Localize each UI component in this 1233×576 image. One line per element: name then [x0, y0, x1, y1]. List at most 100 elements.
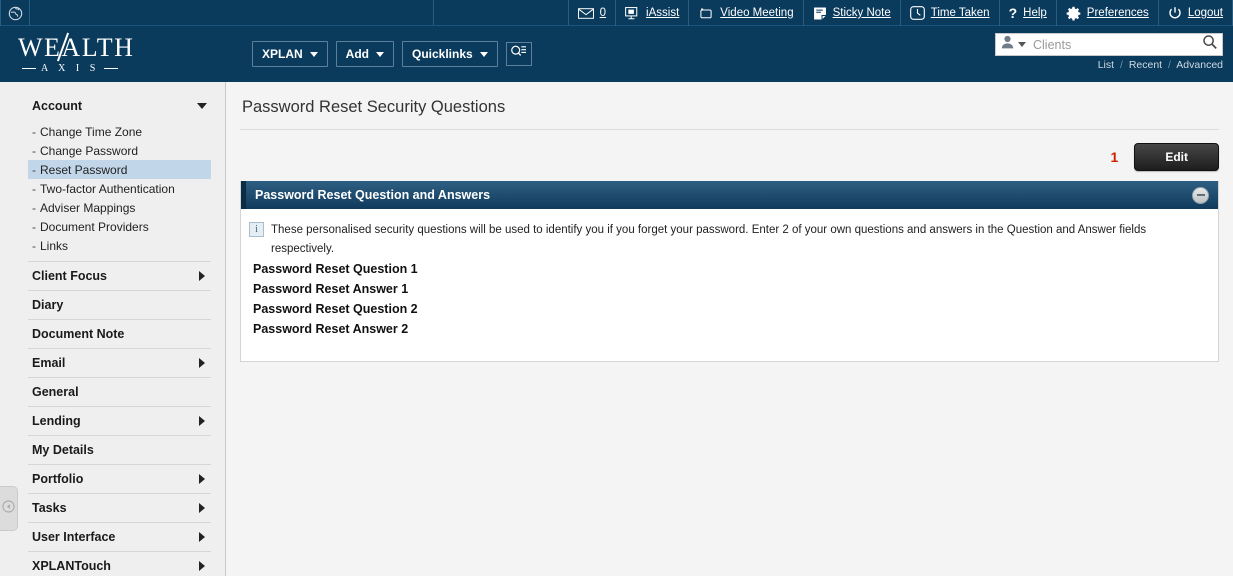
- page-title: Password Reset Security Questions: [240, 82, 1219, 130]
- field-label-answer-2: Password Reset Answer 2: [253, 321, 409, 336]
- utility-spacer-left: [30, 0, 434, 25]
- sidebar-group-label: Portfolio: [32, 472, 84, 486]
- logo-main-text: WEALTH: [18, 32, 135, 62]
- logo-wordmark: WEALTH: [18, 32, 135, 62]
- sidebar-section-my-details: My Details: [28, 436, 211, 465]
- sticky-note-link[interactable]: Sticky Note: [833, 7, 891, 19]
- sidebar-group-account[interactable]: Account: [28, 92, 211, 120]
- video-meeting-link[interactable]: Video Meeting: [720, 7, 793, 19]
- search-box[interactable]: [995, 33, 1223, 56]
- nav-button-xplan[interactable]: XPLAN: [252, 41, 328, 67]
- page-body: Account - Change Time Zone - Change Passwo…: [0, 82, 1233, 576]
- globe-icon: [8, 6, 23, 21]
- utility-item-video-meeting[interactable]: Video Meeting: [689, 0, 804, 26]
- preferences-link[interactable]: Preferences: [1087, 7, 1149, 19]
- sidebar-group-email[interactable]: Email: [28, 349, 211, 377]
- field-label-question-2: Password Reset Question 2: [253, 301, 418, 316]
- minus-glyph: [1196, 194, 1205, 196]
- search-link-list[interactable]: List: [1098, 59, 1114, 71]
- search-link-advanced[interactable]: Advanced: [1176, 59, 1223, 71]
- magnifier-icon[interactable]: [1202, 34, 1218, 55]
- nav-button-add[interactable]: Add: [335, 41, 394, 67]
- logo-subtext-row: A X I S: [22, 63, 168, 74]
- sidebar-subitems-account: - Change Time Zone - Change Password - Rese…: [28, 120, 211, 262]
- message-count[interactable]: 0: [600, 7, 606, 19]
- sidebar-item-reset-password[interactable]: - Reset Password: [28, 160, 211, 179]
- sidebar-section-general: General: [28, 378, 211, 407]
- nav-button-quicklinks-label: Quicklinks: [412, 47, 473, 61]
- sidebar-group-label: My Details: [32, 443, 94, 457]
- utility-item-preferences[interactable]: Preferences: [1057, 0, 1159, 26]
- logo-rule-right: [104, 68, 119, 69]
- sidebar-group-document-note[interactable]: Document Note: [28, 320, 211, 348]
- sidebar-section-diary: Diary: [28, 291, 211, 320]
- sidebar-group-my-details[interactable]: My Details: [28, 436, 211, 464]
- sidebar-item-two-factor-authentication[interactable]: - Two-factor Authentication: [28, 179, 211, 198]
- utility-item-time-taken[interactable]: Time Taken: [901, 0, 1000, 26]
- sidebar-item-label: Change Time Zone: [40, 124, 143, 139]
- sidebar-group-label: Email: [32, 356, 66, 370]
- annotation-marker-1: 1: [1110, 149, 1119, 165]
- video-icon: [698, 7, 714, 20]
- sidebar-group-user-interface[interactable]: User Interface: [28, 523, 211, 551]
- sidebar-group-label: Lending: [32, 414, 81, 428]
- sidebar-section-email: Email: [28, 349, 211, 378]
- sidebar-item-label: Adviser Mappings: [40, 200, 136, 215]
- logout-link[interactable]: Logout: [1188, 7, 1223, 19]
- sidebar-item-change-time-zone[interactable]: - Change Time Zone: [28, 122, 211, 141]
- wealth-axis-logo[interactable]: WEALTH A X I S: [18, 32, 168, 74]
- chevron-down-icon: [309, 51, 318, 57]
- sidebar-item-links[interactable]: - Links: [28, 236, 211, 255]
- sidebar-item-change-password[interactable]: - Change Password: [28, 141, 211, 160]
- search-type-selector[interactable]: [1001, 35, 1026, 54]
- sidebar-group-general[interactable]: General: [28, 378, 211, 406]
- sidebar-group-diary[interactable]: Diary: [28, 291, 211, 319]
- utility-items: 0 iAssist Video Meeting Sticky Note Time…: [569, 0, 1233, 26]
- help-link[interactable]: Help: [1023, 7, 1047, 19]
- search-link-recent[interactable]: Recent: [1129, 59, 1162, 71]
- minus-circle-icon[interactable]: [1192, 186, 1209, 204]
- utility-item-iassist[interactable]: iAssist: [616, 0, 690, 26]
- time-taken-link[interactable]: Time Taken: [931, 7, 990, 19]
- field-label-question-1: Password Reset Question 1: [253, 261, 418, 276]
- edit-button[interactable]: Edit: [1134, 143, 1219, 171]
- sidebar-item-label: Links: [40, 238, 69, 253]
- chevron-right-icon: [199, 271, 205, 281]
- field-label-answer-1: Password Reset Answer 1: [253, 281, 409, 296]
- sidebar-group-portfolio[interactable]: Portfolio: [28, 465, 211, 493]
- sidebar-group-lending[interactable]: Lending: [28, 407, 211, 435]
- iassist-link[interactable]: iAssist: [646, 7, 679, 19]
- sidebar-section-account: Account: [28, 92, 211, 120]
- chevron-down-icon: [479, 51, 488, 57]
- utility-item-sticky-note[interactable]: Sticky Note: [804, 0, 901, 26]
- sidebar-item-label: Document Providers: [40, 219, 149, 234]
- sidebar-group-label: Document Note: [32, 327, 125, 341]
- gear-icon: [1066, 6, 1081, 21]
- global-search: List / Recent / Advanced: [995, 33, 1223, 71]
- sidebar-group-label: User Interface: [32, 530, 116, 544]
- utility-item-help[interactable]: ? Help: [1000, 0, 1057, 26]
- collapse-left-icon: [2, 499, 15, 518]
- bullet-dash-icon: -: [32, 143, 36, 158]
- sidebar-group-client-focus[interactable]: Client Focus: [28, 262, 211, 290]
- globe-button[interactable]: [0, 0, 30, 26]
- sidebar-item-document-providers[interactable]: - Document Providers: [28, 217, 211, 236]
- search-input[interactable]: [1033, 37, 1202, 52]
- bullet-dash-icon: -: [32, 219, 36, 234]
- envelope-icon: [577, 7, 594, 19]
- sidebar-section-lending: Lending: [28, 407, 211, 436]
- chevron-down-icon: [1018, 42, 1026, 47]
- sidebar-collapse-handle[interactable]: [0, 486, 18, 531]
- sidebar: Account - Change Time Zone - Change Passwo…: [0, 82, 226, 576]
- utility-item-messages[interactable]: 0: [569, 0, 617, 26]
- sidebar-section-user-interface: User Interface: [28, 523, 211, 552]
- search-list-button[interactable]: [505, 42, 532, 66]
- search-sublinks: List / Recent / Advanced: [995, 59, 1223, 71]
- sidebar-group-tasks[interactable]: Tasks: [28, 494, 211, 522]
- sidebar-group-xplantouch[interactable]: XPLANTouch: [28, 552, 211, 576]
- utility-item-logout[interactable]: Logout: [1159, 0, 1233, 26]
- search-link-separator: /: [1168, 59, 1171, 71]
- sidebar-item-adviser-mappings[interactable]: - Adviser Mappings: [28, 198, 211, 217]
- nav-button-quicklinks[interactable]: Quicklinks: [402, 41, 498, 67]
- nav-button-add-label: Add: [345, 47, 369, 61]
